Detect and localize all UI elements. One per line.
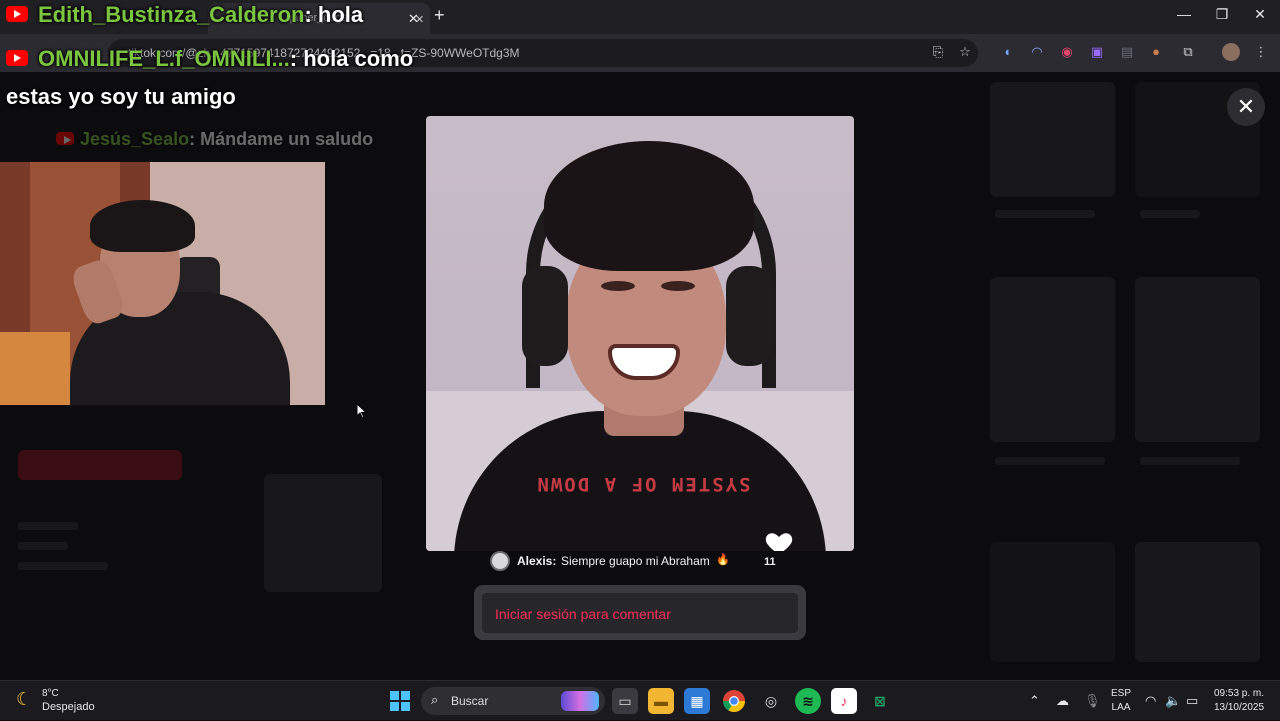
chat-message: : Mándame un saludo <box>189 129 374 149</box>
comment-text: Siempre guapo mi Abraham <box>561 554 710 568</box>
webcam-floor <box>0 332 70 405</box>
grid-thumbnail <box>990 277 1115 442</box>
taskbar: ☾ 8°C Despejado ⌕ Buscar ▭ ▬ ▦ ◎ ≋ ♪ ⊠ ⌃… <box>0 680 1280 720</box>
extension-chat-icon[interactable]: ▤ <box>1119 44 1135 60</box>
video-player[interactable]: SYSTEM OF A DOWN <box>426 116 854 551</box>
login-to-comment-button[interactable]: Iniciar sesión para comentar <box>482 593 798 633</box>
grid-caption <box>1140 210 1200 218</box>
mouse-cursor-icon <box>356 403 368 419</box>
chat-message: : hola <box>304 2 364 27</box>
search-icon: ⌕ <box>431 692 439 707</box>
video-person-eye <box>601 281 635 291</box>
profile-avatar[interactable] <box>1222 43 1240 61</box>
headset-cup <box>726 266 772 366</box>
search-placeholder: Buscar <box>451 694 489 708</box>
clock-date[interactable]: 13/10/2025 <box>1206 702 1272 713</box>
weather-temperature[interactable]: 8°C <box>42 688 59 699</box>
grid-thumbnail <box>990 82 1115 197</box>
wifi-icon[interactable]: ◠ <box>1145 693 1156 709</box>
close-window-button[interactable]: ✕ <box>1250 6 1270 23</box>
like-count: 11 <box>764 556 776 568</box>
fire-icon: 🔥 <box>716 554 730 566</box>
webcam-person-hair <box>90 200 195 252</box>
ghost-thumbnail <box>264 474 382 592</box>
youtube-icon <box>6 50 28 66</box>
tray-overflow-chevron-icon[interactable]: ⌃ <box>1029 693 1040 709</box>
moon-weather-icon[interactable]: ☾ <box>16 689 32 710</box>
video-person-hair <box>544 141 754 271</box>
search-highlight-art <box>561 691 599 711</box>
install-app-icon[interactable]: ⎘ <box>930 44 946 60</box>
grid-thumbnail <box>1135 542 1260 662</box>
ghost-line <box>18 522 78 530</box>
language-code[interactable]: ESP <box>1110 688 1132 699</box>
heart-icon[interactable] <box>764 528 794 551</box>
video-person-eye <box>661 281 695 291</box>
battery-icon[interactable]: ▭ <box>1186 693 1198 709</box>
chrome-icon[interactable] <box>721 688 747 714</box>
bookmark-star-icon[interactable]: ☆ <box>957 44 973 60</box>
extension-twitch-icon[interactable]: ▣ <box>1089 44 1105 60</box>
grid-thumbnail <box>990 542 1115 662</box>
tiktok-icon[interactable]: ♪ <box>831 688 857 714</box>
webcam-feed <box>0 162 325 405</box>
chat-line-2: OMNILIFE_L.f_OMNILI...: hola como <box>38 46 413 72</box>
obs-icon[interactable]: ◎ <box>758 688 784 714</box>
maximize-button[interactable]: ❐ <box>1212 6 1232 23</box>
clock-time[interactable]: 09:53 p. m. <box>1206 688 1272 699</box>
comment-username: Alexis: <box>517 554 557 568</box>
ghost-button <box>18 450 182 480</box>
spotify-icon[interactable]: ≋ <box>795 688 821 714</box>
chat-username: OMNILIFE_L.f_OMNILI... <box>38 46 290 71</box>
new-tab-button[interactable]: + <box>434 5 445 26</box>
ghost-line <box>18 542 68 550</box>
chat-username: Edith_Bustinza_Calderon <box>38 2 305 27</box>
weather-description[interactable]: Despejado <box>42 701 95 713</box>
youtube-icon <box>6 6 28 22</box>
chat-message: : hola como <box>289 46 414 71</box>
chat-message: estas yo soy tu amigo <box>6 84 236 109</box>
ghost-line <box>18 562 108 570</box>
grid-caption <box>995 210 1095 218</box>
close-video-button[interactable]: ✕ <box>1227 88 1265 126</box>
extension-profile-icon[interactable]: ● <box>1148 44 1164 60</box>
task-view-icon[interactable]: ▭ <box>612 688 638 714</box>
onedrive-icon[interactable]: ☁ <box>1056 693 1069 709</box>
chat-username: Jesús_Sealo <box>80 129 190 149</box>
chat-line-1: Edith_Bustinza_Calderon: hola <box>38 2 363 28</box>
grid-caption <box>1140 457 1240 465</box>
microphone-icon[interactable]: 🎙 <box>1084 693 1101 709</box>
excel-icon[interactable]: ⊠ <box>867 688 893 714</box>
taskbar-search[interactable]: ⌕ Buscar <box>421 687 605 715</box>
browser-menu-icon[interactable]: ⋮ <box>1253 44 1269 60</box>
chat-line-2-continuation: estas yo soy tu amigo <box>6 84 236 110</box>
shirt-print: SYSTEM OF A DOWN <box>535 473 751 495</box>
windows-start-icon[interactable] <box>389 690 411 712</box>
volume-icon[interactable]: 🔈 <box>1165 693 1181 709</box>
headset-cup <box>522 266 568 366</box>
store-icon[interactable]: ▦ <box>684 688 710 714</box>
minimize-button[interactable]: — <box>1174 6 1194 22</box>
grid-caption <box>995 457 1105 465</box>
tab-close-icon[interactable]: ✕ <box>408 11 419 27</box>
comment-avatar <box>490 551 510 571</box>
chat-line-3: Jesús_Sealo: Mándame un saludo <box>80 129 373 150</box>
grid-thumbnail <box>1135 277 1260 442</box>
comment-login-box: Iniciar sesión para comentar <box>474 585 806 640</box>
login-to-comment-label: Iniciar sesión para comentar <box>495 606 671 622</box>
extension-vpn-icon[interactable]: ◠ <box>1029 44 1045 60</box>
extension-audio-icon[interactable]: ◖ <box>999 44 1015 60</box>
extensions-puzzle-icon[interactable]: ⧉ <box>1180 44 1196 60</box>
youtube-icon <box>56 132 74 145</box>
keyboard-layout[interactable]: LAA <box>1110 702 1132 713</box>
extension-record-icon[interactable]: ◉ <box>1059 44 1075 60</box>
file-explorer-icon[interactable]: ▬ <box>648 688 674 714</box>
